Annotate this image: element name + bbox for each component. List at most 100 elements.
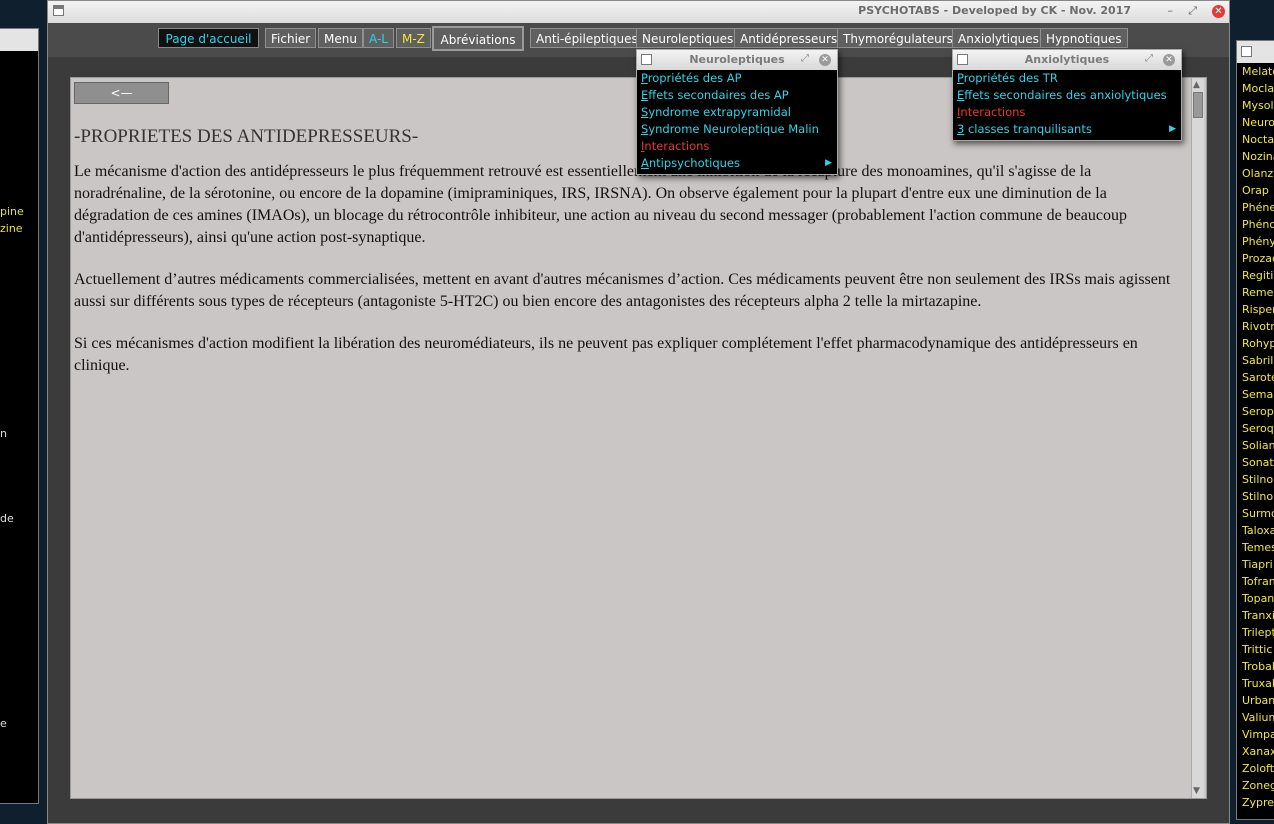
- list-item[interactable]: Seroq: [1237, 420, 1274, 437]
- neuroleptics-menu-item[interactable]: Antipsychotiques: [637, 155, 837, 172]
- list-item[interactable]: Tofran: [1237, 573, 1274, 590]
- menu-item-accelerator: P: [641, 71, 648, 85]
- vertical-scrollbar[interactable]: ▲ ▼: [1191, 78, 1204, 798]
- list-item: e: [0, 717, 7, 730]
- drug-list: MelatoMoclarMysoliNeuroNoctaNozinaOlanza…: [1237, 63, 1274, 811]
- list-item[interactable]: Regiti: [1237, 267, 1274, 284]
- background-window-right-titlebar: [1237, 41, 1274, 63]
- list-item[interactable]: Serop: [1237, 403, 1274, 420]
- scroll-thumb[interactable]: [1193, 92, 1203, 118]
- list-item[interactable]: Nocta: [1237, 131, 1274, 148]
- list-item[interactable]: Melato: [1237, 63, 1274, 80]
- close-icon[interactable]: ✕: [1163, 54, 1175, 66]
- list-item[interactable]: Neuro: [1237, 114, 1274, 131]
- list-item[interactable]: Moclar: [1237, 80, 1274, 97]
- list-item[interactable]: Orap: [1237, 182, 1274, 199]
- antiepileptics-button[interactable]: Anti-épileptiques: [530, 28, 644, 48]
- window-icon: [1241, 46, 1252, 57]
- list-item[interactable]: Phény: [1237, 233, 1274, 250]
- paragraph-mechanism: Le mécanisme d'action des antidépresseur…: [74, 163, 1127, 246]
- menu-item-label: yndrome Neuroleptique Malin: [648, 122, 819, 136]
- list-item[interactable]: Solian: [1237, 437, 1274, 454]
- menu-item-accelerator: P: [957, 71, 964, 85]
- list-item[interactable]: Rivotr: [1237, 318, 1274, 335]
- list-item[interactable]: Taloxa: [1237, 522, 1274, 539]
- list-item[interactable]: Stilno: [1237, 471, 1274, 488]
- list-item[interactable]: Zypre: [1237, 794, 1274, 811]
- file-button[interactable]: Fichier: [265, 28, 317, 48]
- list-item[interactable]: Risper: [1237, 301, 1274, 318]
- list-item[interactable]: Truxal: [1237, 675, 1274, 692]
- menu-item-label: ntipsychotiques: [648, 156, 740, 170]
- titlebar: PSYCHOTABS - Developed by CK - Nov. 2017…: [48, 1, 1229, 23]
- hypnotics-button[interactable]: Hypnotiques: [1040, 28, 1128, 48]
- anxiolytics-menu-item[interactable]: Propriétés des TR: [953, 70, 1181, 87]
- abbreviations-button[interactable]: Abréviations: [432, 26, 524, 51]
- neuroleptics-menu-item[interactable]: Effets secondaires des AP: [637, 87, 837, 104]
- a-l-button[interactable]: A-L: [363, 28, 394, 48]
- list-item[interactable]: pine: [0, 205, 24, 218]
- list-item: de: [0, 512, 14, 525]
- anxiolytics-menu-item[interactable]: 3 classes tranquilisants: [953, 121, 1181, 138]
- list-item[interactable]: Sarote: [1237, 369, 1274, 386]
- anxiolytics-menu-item[interactable]: Effets secondaires des anxiolytiques: [953, 87, 1181, 104]
- neuroleptics-menu-item[interactable]: Propriétés des AP: [637, 70, 837, 87]
- anxiolytics-menu-item[interactable]: Interactions: [953, 104, 1181, 121]
- list-item[interactable]: Xanax: [1237, 743, 1274, 760]
- list-item[interactable]: Zoloft: [1237, 760, 1274, 777]
- home-button[interactable]: Page d'accueil: [158, 28, 259, 48]
- menu-item-label: ffets secondaires des AP: [648, 88, 789, 102]
- list-item[interactable]: Semap: [1237, 386, 1274, 403]
- content-panel: <— -PROPRIETES DES ANTIDEPRESSEURS- Le m…: [70, 77, 1207, 799]
- neuroleptics-menu-item[interactable]: Interactions: [637, 138, 837, 155]
- m-z-button[interactable]: M-Z: [396, 28, 431, 48]
- list-item[interactable]: Zoneg: [1237, 777, 1274, 794]
- mood-stabilizers-button[interactable]: Thymorégulateurs: [837, 28, 959, 48]
- maximize-icon[interactable]: ⤢: [1188, 4, 1197, 18]
- anxiolytics-popup-titlebar: Anxiolytiques ⤢ ✕: [953, 50, 1181, 70]
- list-item[interactable]: Surmo: [1237, 505, 1274, 522]
- close-icon[interactable]: ✕: [819, 54, 831, 66]
- list-item: n: [0, 427, 7, 440]
- menu-item-label: yndrome extrapyramidal: [648, 105, 791, 119]
- list-item[interactable]: Tranxi: [1237, 607, 1274, 624]
- anxiolytics-button[interactable]: Anxiolytiques: [952, 28, 1045, 48]
- list-item[interactable]: Trittic: [1237, 641, 1274, 658]
- scroll-up-icon[interactable]: ▲: [1193, 80, 1200, 90]
- maximize-icon[interactable]: ⤢: [1145, 53, 1153, 64]
- list-item[interactable]: Rohyp: [1237, 335, 1274, 352]
- list-item[interactable]: Sonat: [1237, 454, 1274, 471]
- list-item[interactable]: Stilno: [1237, 488, 1274, 505]
- neuroleptics-menu-item[interactable]: Syndrome Neuroleptique Malin: [637, 121, 837, 138]
- neuroleptics-button[interactable]: Neuroleptiques: [636, 28, 740, 48]
- list-item[interactable]: Phéne: [1237, 199, 1274, 216]
- list-item[interactable]: Nozina: [1237, 148, 1274, 165]
- list-item[interactable]: zine: [0, 222, 23, 235]
- scroll-down-icon[interactable]: ▼: [1193, 786, 1200, 796]
- window-title: PSYCHOTABS - Developed by CK - Nov. 2017: [858, 4, 1131, 17]
- paragraph-pharmacodynamics: Si ces mécanismes d'action modifient la …: [74, 335, 1138, 374]
- list-item[interactable]: Olanza: [1237, 165, 1274, 182]
- list-item[interactable]: Prozac: [1237, 250, 1274, 267]
- maximize-icon[interactable]: ⤢: [801, 53, 809, 64]
- list-item[interactable]: Vimpa: [1237, 726, 1274, 743]
- list-item[interactable]: Mysoli: [1237, 97, 1274, 114]
- window-menu-icon[interactable]: [53, 5, 64, 16]
- list-item[interactable]: Trobal: [1237, 658, 1274, 675]
- close-icon[interactable]: ✕: [1212, 5, 1225, 18]
- list-item[interactable]: Urban: [1237, 692, 1274, 709]
- background-window-right: MelatoMoclarMysoliNeuroNoctaNozinaOlanza…: [1236, 40, 1274, 820]
- list-item[interactable]: Sabril: [1237, 352, 1274, 369]
- minimize-icon[interactable]: –: [1168, 4, 1174, 17]
- list-item[interactable]: Valium: [1237, 709, 1274, 726]
- menu-button[interactable]: Menu: [318, 28, 363, 48]
- list-item[interactable]: Temes: [1237, 539, 1274, 556]
- neuroleptics-menu-item[interactable]: Syndrome extrapyramidal: [637, 104, 837, 121]
- antidepressants-button[interactable]: Antidépresseurs: [734, 28, 844, 48]
- list-item[interactable]: Phéno: [1237, 216, 1274, 233]
- list-item[interactable]: Trilept: [1237, 624, 1274, 641]
- back-button[interactable]: <—: [74, 82, 169, 104]
- list-item[interactable]: Topan: [1237, 590, 1274, 607]
- list-item[interactable]: Tiapri: [1237, 556, 1274, 573]
- list-item[interactable]: Remer: [1237, 284, 1274, 301]
